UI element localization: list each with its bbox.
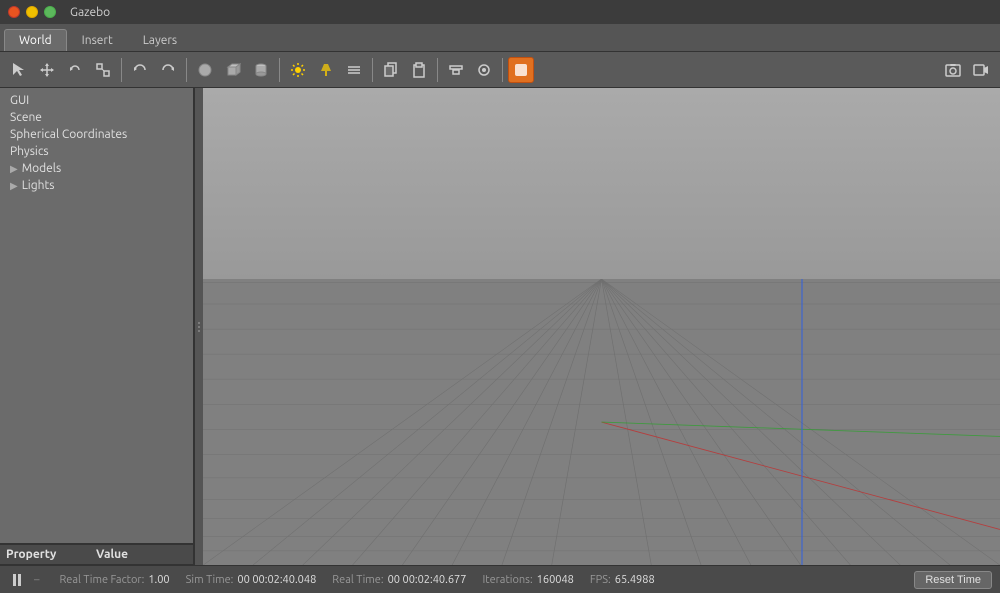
property-table-header: Property Value xyxy=(0,545,193,565)
real-time-value: 00 00:02:40.677 xyxy=(388,574,467,586)
undo-button[interactable] xyxy=(127,57,153,83)
tree-item-models[interactable]: ▶ Models xyxy=(0,160,193,177)
maximize-button[interactable] xyxy=(44,6,56,18)
world-tree: GUI Scene Spherical Coordinates Physics … xyxy=(0,88,193,543)
pause-control[interactable]: – xyxy=(8,571,43,589)
statusbar: – Real Time Factor: 1.00 Sim Time: 00 00… xyxy=(0,565,1000,593)
main-layout: World Insert Layers xyxy=(0,24,1000,593)
reset-time-button[interactable]: Reset Time xyxy=(914,571,992,589)
align-button[interactable] xyxy=(443,57,469,83)
real-time-label: Real Time: xyxy=(332,574,383,586)
translate-mode-button[interactable] xyxy=(34,57,60,83)
record-button[interactable] xyxy=(968,57,994,83)
sphere-button[interactable] xyxy=(192,57,218,83)
tabs-row: World Insert Layers xyxy=(0,24,1000,52)
tab-insert[interactable]: Insert xyxy=(67,29,128,51)
toolbar-separator-3 xyxy=(279,58,280,82)
fps-label: FPS: xyxy=(590,574,611,586)
toolbar xyxy=(0,52,1000,88)
tab-layers[interactable]: Layers xyxy=(128,29,192,51)
value-col-header: Value xyxy=(90,545,193,564)
tree-item-spherical-coordinates[interactable]: Spherical Coordinates xyxy=(0,126,193,143)
tab-world[interactable]: World xyxy=(4,29,67,51)
tree-item-lights[interactable]: ▶ Lights xyxy=(0,177,193,194)
fps-item: FPS: 65.4988 xyxy=(590,574,655,586)
sim-time-item: Sim Time: 00 00:02:40.048 xyxy=(186,574,317,586)
sim-time-label: Sim Time: xyxy=(186,574,234,586)
iterations-item: Iterations: 160048 xyxy=(482,574,573,586)
app-title: Gazebo xyxy=(70,6,110,19)
toggle-button[interactable] xyxy=(508,57,534,83)
screenshot-button[interactable] xyxy=(940,57,966,83)
sim-time-value: 00 00:02:40.048 xyxy=(237,574,316,586)
select-mode-button[interactable] xyxy=(6,57,32,83)
titlebar: Gazebo xyxy=(0,0,1000,24)
ground-plane xyxy=(203,279,1000,565)
minimize-button[interactable] xyxy=(26,6,38,18)
toolbar-separator-4 xyxy=(372,58,373,82)
toolbar-separator-5 xyxy=(437,58,438,82)
property-table: Property Value xyxy=(0,543,193,565)
snap-button[interactable] xyxy=(471,57,497,83)
iterations-label: Iterations: xyxy=(482,574,532,586)
box-button[interactable] xyxy=(220,57,246,83)
left-panel: GUI Scene Spherical Coordinates Physics … xyxy=(0,88,195,565)
pause-button[interactable] xyxy=(8,571,26,589)
point-light-button[interactable] xyxy=(285,57,311,83)
cylinder-button[interactable] xyxy=(248,57,274,83)
real-time-factor-item: Real Time Factor: 1.00 xyxy=(59,574,169,586)
resize-dots xyxy=(198,322,200,332)
iterations-value: 160048 xyxy=(537,574,574,586)
paste-button[interactable] xyxy=(406,57,432,83)
fps-value: 65.4988 xyxy=(615,574,655,586)
rotate-mode-button[interactable] xyxy=(62,57,88,83)
copy-button[interactable] xyxy=(378,57,404,83)
vertical-axis-line xyxy=(801,279,802,565)
3d-viewport[interactable] xyxy=(203,88,1000,565)
real-time-item: Real Time: 00 00:02:40.677 xyxy=(332,574,466,586)
panel-resize-handle[interactable] xyxy=(195,88,203,565)
content-area: GUI Scene Spherical Coordinates Physics … xyxy=(0,88,1000,565)
close-button[interactable] xyxy=(8,6,20,18)
grid-svg xyxy=(203,279,1000,565)
redo-button[interactable] xyxy=(155,57,181,83)
pause-icon xyxy=(13,574,21,586)
spot-light-button[interactable] xyxy=(313,57,339,83)
lights-arrow-icon: ▶ xyxy=(10,180,18,192)
real-time-factor-value: 1.00 xyxy=(148,574,169,586)
tree-item-scene[interactable]: Scene xyxy=(0,109,193,126)
models-arrow-icon: ▶ xyxy=(10,163,18,175)
toolbar-separator-6 xyxy=(502,58,503,82)
toolbar-separator-1 xyxy=(121,58,122,82)
tree-item-gui[interactable]: GUI xyxy=(0,92,193,109)
toolbar-separator-2 xyxy=(186,58,187,82)
directional-light-button[interactable] xyxy=(341,57,367,83)
step-dot: – xyxy=(34,574,39,586)
tree-item-physics[interactable]: Physics xyxy=(0,143,193,160)
sky-background xyxy=(203,88,1000,279)
property-col-header: Property xyxy=(0,545,90,564)
scale-mode-button[interactable] xyxy=(90,57,116,83)
real-time-factor-label: Real Time Factor: xyxy=(59,574,144,586)
